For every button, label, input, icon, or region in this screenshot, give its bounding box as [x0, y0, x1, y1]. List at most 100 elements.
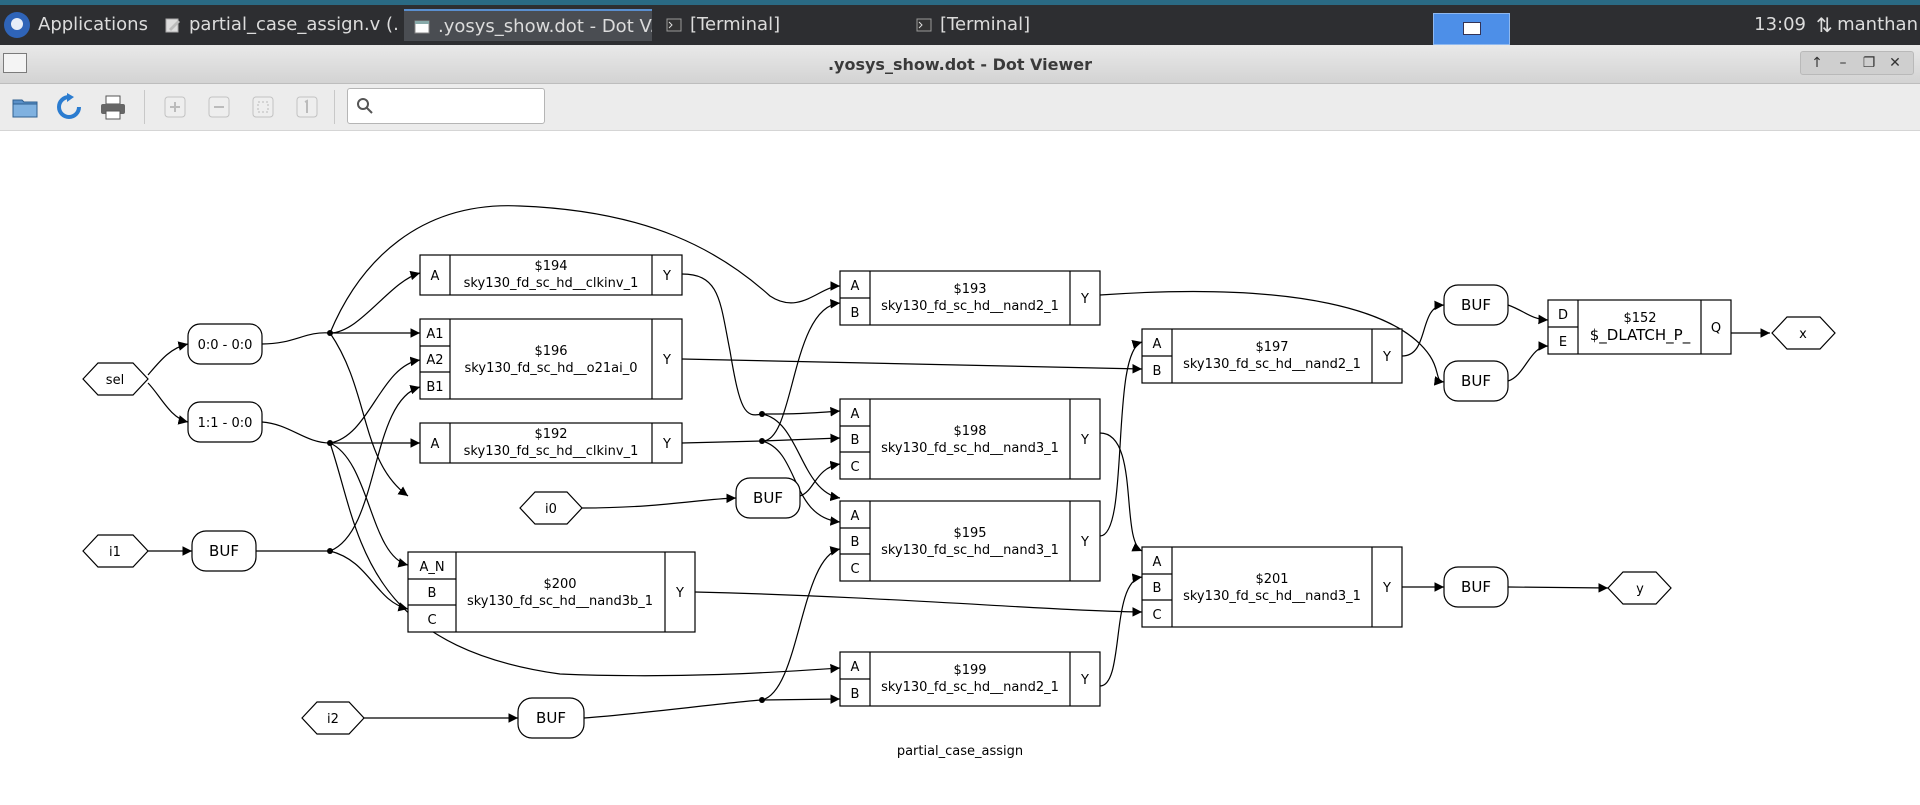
junction-dot: [759, 438, 765, 444]
pin-label: Y: [662, 269, 671, 284]
pin-label: Y: [675, 586, 684, 601]
cell-id: $194: [534, 259, 567, 274]
cell-type: sky130_fd_sc_hd__clkinv_1: [464, 444, 639, 459]
pin-label: A: [851, 407, 860, 422]
terminal-icon: [666, 18, 682, 32]
search-field[interactable]: [347, 88, 545, 124]
pin-label: B1: [426, 380, 443, 395]
show-desktop-button[interactable]: [1433, 13, 1510, 45]
port-i1-label: i1: [109, 545, 121, 560]
shade-icon[interactable]: ↑: [1807, 54, 1827, 72]
cell-199[interactable]: [839, 651, 1101, 707]
open-folder-icon[interactable]: [10, 92, 40, 122]
pin-label: D: [1558, 308, 1568, 323]
pin-label: B: [1153, 364, 1162, 379]
pin-label: A: [851, 509, 860, 524]
cell-type: sky130_fd_sc_hd__nand2_1: [881, 680, 1059, 695]
window-icon: [414, 20, 430, 34]
task-label: [Terminal]: [940, 14, 1031, 35]
text-editor-icon: [165, 18, 180, 33]
cell-id: $198: [953, 424, 986, 439]
task-label: [Terminal]: [690, 14, 781, 35]
zoom-100-icon[interactable]: [292, 92, 322, 122]
clock[interactable]: 13:09: [1754, 9, 1806, 41]
pin-label: B: [851, 433, 860, 448]
pin-label: A1: [426, 327, 443, 342]
pin-label: B: [851, 687, 860, 702]
zoom-out-icon[interactable]: [204, 92, 234, 122]
buf-label: BUF: [753, 489, 783, 507]
window-titlebar: .yosys_show.dot - Dot Viewer ↑ – ❐ ✕: [0, 45, 1920, 84]
task-label: .yosys_show.dot - Dot V...: [438, 16, 652, 37]
toolbar-separator: [334, 90, 335, 124]
window-controls: ↑ – ❐ ✕: [1800, 51, 1914, 75]
taskbar: Applications partial_case_assign.v (... …: [0, 5, 1920, 45]
cell-193[interactable]: [839, 270, 1101, 326]
print-icon[interactable]: [98, 92, 128, 122]
pin-label: B: [851, 535, 860, 550]
zoom-fit-icon[interactable]: [248, 92, 278, 122]
port-i2-label: i2: [327, 712, 339, 727]
pin-label: A_N: [419, 560, 444, 575]
buf-label: BUF: [1461, 372, 1491, 390]
pin-label: A2: [426, 353, 443, 368]
cell-type: sky130_fd_sc_hd__nand3_1: [881, 441, 1059, 456]
applications-label: Applications: [38, 14, 148, 35]
port-i0-label: i0: [545, 502, 557, 517]
search-icon: [357, 98, 373, 114]
pin-label: Y: [1382, 350, 1391, 365]
cell-200[interactable]: [407, 551, 696, 633]
cell-198[interactable]: [839, 398, 1101, 480]
user-name[interactable]: manthan: [1837, 9, 1918, 41]
pin-label: Y: [662, 437, 671, 452]
cell-195[interactable]: [839, 500, 1101, 582]
pin-label: C: [427, 613, 436, 628]
pin-label: A: [1153, 337, 1162, 352]
terminal-icon: [916, 18, 932, 32]
buf-label: BUF: [1461, 578, 1491, 596]
junction-dot: [327, 440, 333, 446]
cell-201[interactable]: [1141, 546, 1403, 628]
cell-type: sky130_fd_sc_hd__nand3_1: [881, 543, 1059, 558]
cell-id: $193: [953, 282, 986, 297]
cell-id: $199: [953, 663, 986, 678]
cell-id: $197: [1255, 340, 1288, 355]
junction-dot: [327, 548, 333, 554]
xfce-logo-icon: [4, 12, 30, 38]
reload-icon[interactable]: [54, 92, 84, 122]
zoom-in-icon[interactable]: [160, 92, 190, 122]
buf-label: BUF: [1461, 296, 1491, 314]
window-title: .yosys_show.dot - Dot Viewer: [827, 55, 1093, 74]
slice-node-1-label: 1:1 - 0:0: [198, 416, 253, 431]
graph-canvas[interactable]: sel i1 i0 i2 x y 0:0 - 0:0 1:1 - 0:0 BUF…: [0, 131, 1920, 801]
port-y-label: y: [1636, 582, 1644, 597]
minimize-icon[interactable]: –: [1833, 54, 1853, 72]
task-dot-viewer[interactable]: .yosys_show.dot - Dot V...: [404, 9, 652, 41]
pin-label: Y: [662, 353, 671, 368]
cell-id: $152: [1623, 311, 1656, 326]
cell-196[interactable]: [419, 318, 683, 400]
pin-label: A: [1153, 555, 1162, 570]
cell-id: $195: [953, 526, 986, 541]
cell-type: sky130_fd_sc_hd__nand3b_1: [467, 594, 653, 609]
pin-label: A: [851, 279, 860, 294]
cell-type: sky130_fd_sc_hd__nand2_1: [1183, 357, 1361, 372]
task-terminal-1[interactable]: [Terminal]: [656, 9, 896, 41]
task-terminal-2[interactable]: [Terminal]: [906, 9, 1146, 41]
pin-label: C: [850, 562, 859, 577]
task-label: partial_case_assign.v (...: [189, 14, 400, 35]
pin-label: B: [1153, 581, 1162, 596]
applications-menu[interactable]: Applications: [4, 9, 154, 41]
cell-type: $_DLATCH_P_: [1590, 326, 1691, 345]
pin-label: B: [851, 306, 860, 321]
cell-type: sky130_fd_sc_hd__clkinv_1: [464, 276, 639, 291]
cell-197[interactable]: [1141, 328, 1403, 384]
close-icon[interactable]: ✕: [1885, 54, 1905, 72]
graph-caption: partial_case_assign: [897, 744, 1023, 759]
cell-id: $201: [1255, 572, 1288, 587]
maximize-icon[interactable]: ❐: [1859, 54, 1879, 72]
pin-label: C: [850, 460, 859, 475]
task-editor[interactable]: partial_case_assign.v (...: [155, 9, 400, 41]
junction-dot: [759, 697, 765, 703]
port-x-label: x: [1799, 327, 1807, 342]
